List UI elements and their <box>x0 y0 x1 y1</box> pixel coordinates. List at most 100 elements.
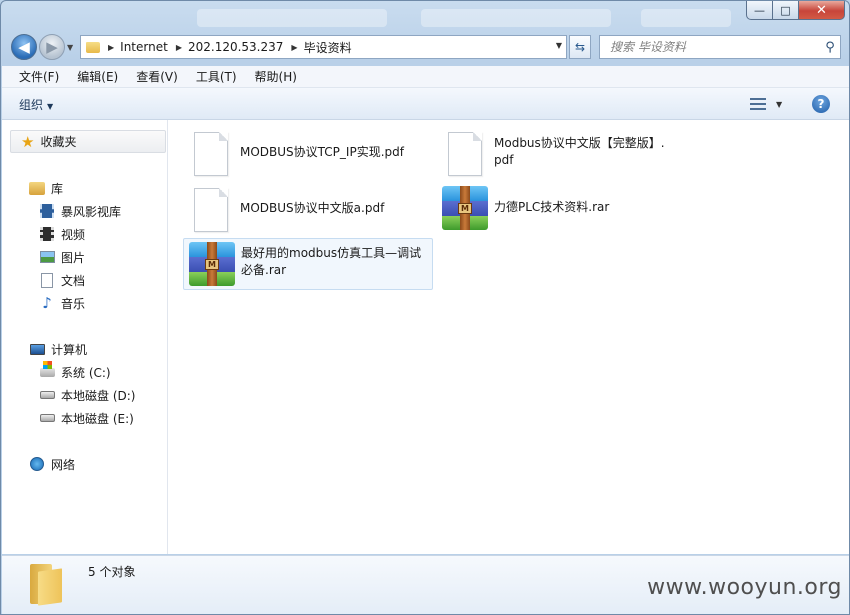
organize-label: 组织 <box>19 98 44 112</box>
folder-icon <box>86 41 100 53</box>
details-view-icon <box>750 98 766 110</box>
sidebar-item-pictures[interactable]: 图片 <box>39 247 85 267</box>
star-icon: ★ <box>21 132 35 151</box>
file-name: MODBUS协议TCP_IP实现.pdf <box>240 145 404 159</box>
document-icon <box>41 272 53 288</box>
sidebar-item-label: 本地磁盘 (E:) <box>61 411 134 426</box>
help-icon[interactable]: ? <box>812 95 830 113</box>
sidebar-item-label: 网络 <box>51 457 76 472</box>
sidebar-item-label: 收藏夹 <box>40 135 77 149</box>
network-icon <box>30 457 44 471</box>
search-input[interactable] <box>600 40 820 54</box>
change-view-button[interactable]: ▼ <box>750 96 786 112</box>
caption-buttons: — □ ✕ <box>746 1 845 20</box>
sidebar-item-drive-e[interactable]: 本地磁盘 (E:) <box>39 408 134 428</box>
title-bar[interactable]: — □ ✕ <box>1 1 849 31</box>
chevron-down-icon: ▼ <box>776 99 783 109</box>
sidebar-item-network[interactable]: 网络 <box>29 454 75 474</box>
sidebar-item-documents[interactable]: 文档 <box>39 270 85 290</box>
sidebar-item-label: 库 <box>51 181 64 196</box>
background-tab-ghost <box>421 9 611 27</box>
sidebar-item-label: 音乐 <box>61 296 86 311</box>
file-item[interactable]: Modbus协议中文版【完整版】.pdf <box>448 132 670 176</box>
sidebar-item-favorites[interactable]: ★ 收藏夹 <box>10 130 166 153</box>
video-icon <box>40 227 54 241</box>
arrow-left-icon: ◀ <box>18 38 30 56</box>
explorer-window: — □ ✕ ◀ ▶ ▼ ▶ Internet ▶ 202.120.53.237 … <box>0 0 850 615</box>
command-bar: 组织 ▼ ▼ ? <box>2 88 849 120</box>
picture-icon <box>39 251 55 263</box>
item-count: 5 个对象 <box>88 565 136 579</box>
sidebar-item-label: 本地磁盘 (D:) <box>61 388 136 403</box>
file-item[interactable]: M 力德PLC技术资料.rar <box>442 186 680 230</box>
watermark-text: www.wooyun.org <box>647 575 842 600</box>
sidebar-item-music[interactable]: ♪ 音乐 <box>39 293 85 313</box>
file-list: MODBUS协议TCP_IP实现.pdf Modbus协议中文版【完整版】.pd… <box>168 120 849 554</box>
recent-pages-dropdown-icon[interactable]: ▼ <box>67 43 73 52</box>
search-box[interactable]: ⚲ <box>599 35 841 59</box>
address-bar[interactable]: ▶ Internet ▶ 202.120.53.237 ▶ 毕设资料 ▼ <box>80 35 567 59</box>
sidebar-item-label: 视频 <box>61 227 86 242</box>
background-tab-ghost <box>197 9 387 27</box>
folder-icon <box>30 564 66 606</box>
file-item-selected[interactable]: M 最好用的modbus仿真工具—调试必备.rar <box>183 238 433 290</box>
sidebar-item-label: 系统 (C:) <box>61 365 111 380</box>
breadcrumb-item[interactable]: ▶ 202.120.53.237 <box>168 36 284 58</box>
navigation-pane: ★ 收藏夹 库 暴风影视库 视频 图片 文档 ♪ 音乐 计算机 系统 (C:) … <box>2 120 168 554</box>
sidebar-item-label: 文档 <box>61 273 86 288</box>
sidebar-item-libraries[interactable]: 库 <box>29 178 63 198</box>
forward-button[interactable]: ▶ <box>39 34 65 60</box>
sidebar-item-baofeng-library[interactable]: 暴风影视库 <box>39 201 121 221</box>
sidebar-item-computer[interactable]: 计算机 <box>29 339 87 359</box>
menu-tools[interactable]: 工具(T) <box>187 68 246 85</box>
menu-help[interactable]: 帮助(H) <box>246 68 306 85</box>
menu-file[interactable]: 文件(F) <box>10 68 68 85</box>
chevron-right-icon: ▶ <box>175 42 182 52</box>
hard-drive-icon <box>39 414 55 422</box>
background-tab-ghost <box>641 9 731 27</box>
sidebar-item-label: 计算机 <box>51 342 88 357</box>
pdf-file-icon <box>194 188 228 232</box>
file-item[interactable]: MODBUS协议中文版a.pdf <box>194 188 426 232</box>
chevron-right-icon: ▶ <box>291 42 298 52</box>
rar-archive-icon: M <box>189 242 235 286</box>
chevron-down-icon: ▼ <box>47 102 54 111</box>
library-icon <box>29 181 45 195</box>
back-button[interactable]: ◀ <box>11 34 37 60</box>
arrow-right-icon: ▶ <box>46 38 58 56</box>
minimize-button[interactable]: — <box>746 1 773 20</box>
computer-icon <box>29 343 45 355</box>
file-name: 最好用的modbus仿真工具—调试必备.rar <box>241 246 422 277</box>
menu-bar: 文件(F) 编辑(E) 查看(V) 工具(T) 帮助(H) <box>2 66 849 88</box>
sidebar-item-drive-c[interactable]: 系统 (C:) <box>39 360 111 382</box>
rar-archive-icon: M <box>442 186 488 230</box>
chevron-right-icon: ▶ <box>108 42 115 52</box>
breadcrumb-item[interactable]: ▶ 毕设资料 <box>283 36 351 58</box>
breadcrumb-label: 202.120.53.237 <box>187 40 284 54</box>
close-button[interactable]: ✕ <box>799 1 845 20</box>
navigation-bar: ◀ ▶ ▼ ▶ Internet ▶ 202.120.53.237 ▶ 毕设资料… <box>1 31 849 63</box>
breadcrumb-label: 毕设资料 <box>303 40 352 55</box>
maximize-button[interactable]: □ <box>773 1 799 20</box>
organize-button[interactable]: 组织 ▼ <box>19 96 53 113</box>
file-name: 力德PLC技术资料.rar <box>494 200 610 214</box>
menu-edit[interactable]: 编辑(E) <box>68 68 127 85</box>
file-item[interactable]: MODBUS协议TCP_IP实现.pdf <box>194 132 426 176</box>
address-dropdown-icon[interactable]: ▼ <box>556 41 562 50</box>
refresh-icon: ⇆ <box>574 40 586 54</box>
breadcrumb-label: Internet <box>120 40 168 54</box>
file-name: Modbus协议中文版【完整版】.pdf <box>494 136 665 167</box>
search-icon[interactable]: ⚲ <box>820 40 840 55</box>
content-area: ★ 收藏夹 库 暴风影视库 视频 图片 文档 ♪ 音乐 计算机 系统 (C:) … <box>2 120 849 554</box>
details-pane: 5 个对象 www.wooyun.org <box>2 555 849 614</box>
pdf-file-icon <box>194 132 228 176</box>
refresh-button[interactable]: ⇆ <box>569 35 591 59</box>
hard-drive-icon <box>39 391 55 399</box>
sidebar-item-label: 暴风影视库 <box>61 204 122 219</box>
sidebar-item-label: 图片 <box>61 250 86 265</box>
sidebar-item-drive-d[interactable]: 本地磁盘 (D:) <box>39 385 135 405</box>
breadcrumb-item[interactable]: ▶ Internet <box>100 36 168 58</box>
system-drive-icon <box>39 360 55 377</box>
menu-view[interactable]: 查看(V) <box>127 68 187 85</box>
sidebar-item-videos[interactable]: 视频 <box>39 224 85 244</box>
